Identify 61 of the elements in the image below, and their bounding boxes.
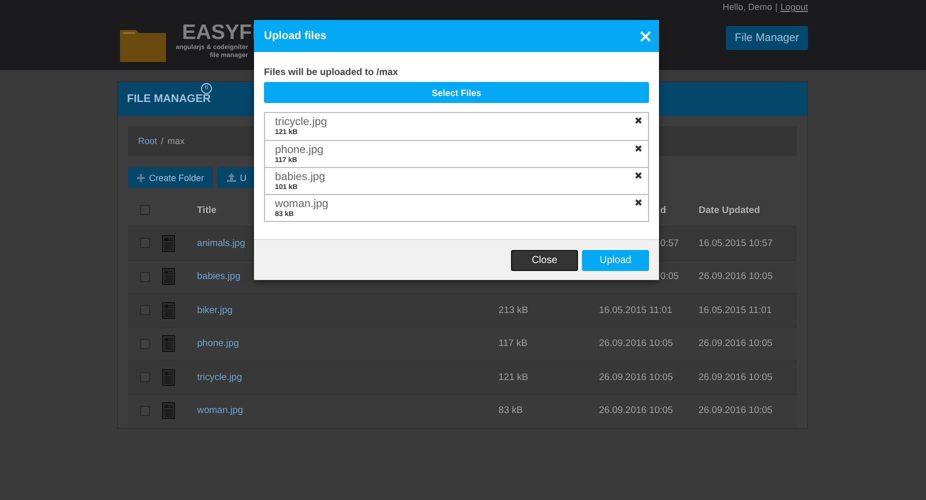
date-created: 0:57 — [660, 238, 679, 249]
file-name: phone.jpg — [275, 144, 324, 156]
file-link[interactable]: woman.jpg — [197, 405, 244, 416]
document-icon — [162, 402, 175, 420]
select-files-button[interactable]: Select Files — [264, 82, 649, 103]
date-updated: 16.05.2015 11:01 — [698, 304, 772, 316]
remove-button[interactable] — [635, 145, 642, 152]
remove-icon — [635, 172, 642, 179]
document-icon — [162, 335, 175, 352]
remove-button[interactable] — [635, 199, 642, 206]
logout-link[interactable]: Logout — [780, 2, 808, 13]
file-size: 83 kB — [498, 405, 523, 416]
upload-icon — [227, 173, 236, 182]
column-header: Title — [197, 204, 216, 216]
file-link[interactable]: babies.jpg — [197, 271, 240, 282]
upload-button[interactable]: Upload — [582, 250, 649, 270]
breadcrumb-link[interactable]: Root — [138, 136, 158, 146]
file-manager-button[interactable]: File Manager — [726, 26, 808, 50]
remove-button[interactable] — [635, 172, 642, 179]
date-updated: 16.05.2015 10:57 — [698, 238, 773, 249]
document-icon — [162, 234, 175, 252]
remove-icon — [635, 199, 642, 206]
create-folder-button[interactable]: Create Folder — [128, 167, 214, 188]
file-name: woman.jpg — [275, 198, 328, 210]
date-created: 26.09.2016 10:05 — [599, 372, 673, 383]
date-created: 0:05 — [660, 271, 679, 282]
plus-icon — [137, 174, 145, 182]
date-updated: 26.09.2016 10:05 — [698, 372, 772, 383]
file-size: 121 kB — [498, 372, 528, 383]
file-link[interactable]: tricycle.jpg — [197, 372, 242, 383]
remove-icon — [635, 117, 642, 124]
date-created: 16.05.2015 11:01 — [599, 304, 672, 316]
date-created: 26.09.2016 10:05 — [599, 338, 673, 350]
separator-text: | — [775, 2, 778, 13]
breadcrumb-current: max — [168, 136, 185, 146]
file-name: tricycle.jpg — [275, 116, 327, 128]
file-size: 213 kB — [498, 304, 528, 316]
date-updated: 26.09.2016 10:05 — [698, 338, 772, 350]
date-created: 26.09.2016 10:05 — [599, 405, 673, 416]
remove-icon — [635, 145, 642, 152]
column-header: Date Updated — [698, 204, 760, 216]
document-icon — [162, 268, 175, 286]
close-button[interactable] — [640, 30, 651, 42]
close-button[interactable]: Close — [511, 250, 578, 270]
date-updated: 26.09.2016 10:05 — [698, 271, 773, 282]
file-name: babies.jpg — [275, 171, 326, 183]
dialog-title: Upload files — [264, 30, 326, 42]
panel-title: FILE MANAGER — [127, 93, 211, 105]
document-icon — [162, 302, 175, 319]
close-icon — [640, 30, 651, 42]
breadcrumb-separator: / — [161, 136, 164, 146]
file-link[interactable]: biker.jpg — [197, 304, 233, 316]
file-link[interactable]: phone.jpg — [197, 338, 239, 350]
column-header: d — [660, 204, 666, 216]
document-icon — [162, 368, 175, 386]
greeting-text: Hello, Demo — [722, 2, 772, 13]
file-size: 117 kB — [498, 338, 528, 350]
file-link[interactable]: animals.jpg — [197, 238, 246, 249]
destination-text: Files will be uploaded to /max — [264, 67, 400, 79]
remove-button[interactable] — [635, 117, 642, 124]
date-updated: 26.09.2016 10:05 — [698, 405, 772, 416]
